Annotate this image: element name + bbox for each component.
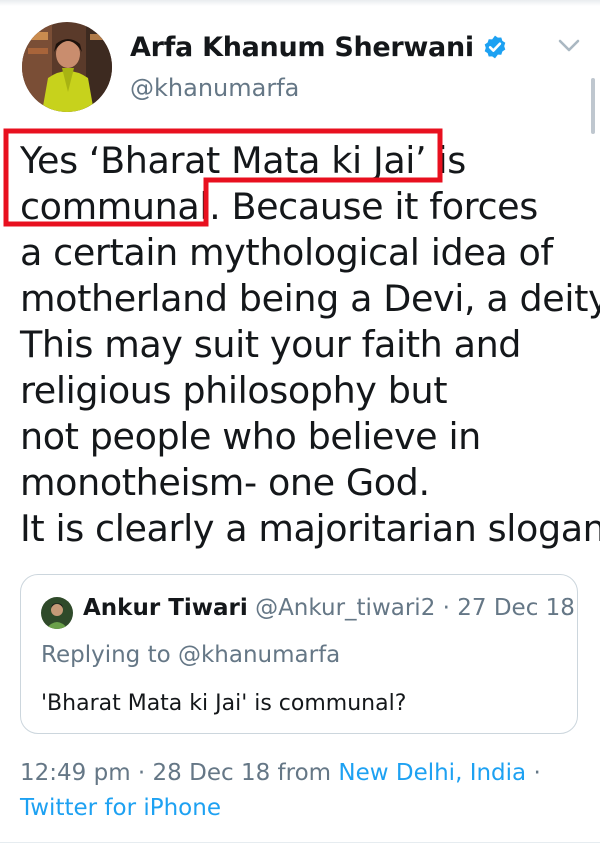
tweet-line: Yes ‘Bharat Mata ki Jai’ is <box>20 139 466 182</box>
tweet-time[interactable]: 12:49 pm <box>20 760 131 786</box>
tweet-line: monotheism- one God. <box>20 461 430 504</box>
location-separator: · <box>533 760 541 786</box>
tweet-body: Yes ‘Bharat Mata ki Jai’ is communal. Be… <box>20 138 600 552</box>
chevron-down-icon[interactable] <box>556 36 582 56</box>
quoted-tweet-text: 'Bharat Mata ki Jai' is communal? <box>41 691 407 716</box>
author-display-name[interactable]: Arfa Khanum Sherwani <box>130 32 474 63</box>
tweet-line: religious philosophy but <box>20 369 448 412</box>
timestamp-separator: · <box>137 760 146 786</box>
tweet-line: a certain mythological idea of <box>20 231 553 274</box>
top-edge-shadow <box>0 0 600 6</box>
author-avatar[interactable] <box>22 22 112 112</box>
author-name-row[interactable]: Arfa Khanum Sherwani <box>130 28 508 66</box>
header-separator: · <box>442 595 450 621</box>
scrollbar-thumb[interactable] <box>591 78 595 134</box>
tweet-location-link[interactable]: New Delhi, India <box>338 760 526 786</box>
tweet-line: communal. Because it forces <box>20 185 538 228</box>
tweet-line: This may suit your faith and <box>20 323 522 366</box>
verified-badge-icon <box>484 35 506 59</box>
quoted-tweet-header: Ankur Tiwari @Ankur_tiwari2 · 27 Dec 18 <box>83 595 575 621</box>
tweet-line: not people who believe in <box>20 415 481 458</box>
bottom-divider <box>0 842 600 843</box>
from-label: from <box>277 760 332 786</box>
tweet-line: motherland being a Devi, a deity. <box>20 277 600 320</box>
replying-to: Replying to @khanumarfa <box>41 642 340 668</box>
replying-to-label: Replying to <box>41 642 171 668</box>
tweet-timestamp-row: 12:49 pm · 28 Dec 18 from New Delhi, Ind… <box>20 760 541 786</box>
tweet-source-link[interactable]: Twitter for iPhone <box>20 795 221 821</box>
quoted-author-avatar[interactable] <box>41 597 73 629</box>
quoted-author-handle[interactable]: @Ankur_tiwari2 <box>255 595 435 621</box>
quoted-tweet-card[interactable]: Ankur Tiwari @Ankur_tiwari2 · 27 Dec 18 … <box>20 574 578 734</box>
author-handle[interactable]: @khanumarfa <box>130 74 299 102</box>
quoted-tweet-date[interactable]: 27 Dec 18 <box>457 595 575 621</box>
replying-to-handle[interactable]: @khanumarfa <box>178 642 340 668</box>
tweet-line: It is clearly a majoritarian slogan. <box>20 507 600 550</box>
author-avatar-image <box>22 22 112 112</box>
quoted-author-avatar-image <box>41 597 73 629</box>
tweet-date[interactable]: 28 Dec 18 <box>153 760 271 786</box>
quoted-author-name[interactable]: Ankur Tiwari <box>83 595 248 621</box>
